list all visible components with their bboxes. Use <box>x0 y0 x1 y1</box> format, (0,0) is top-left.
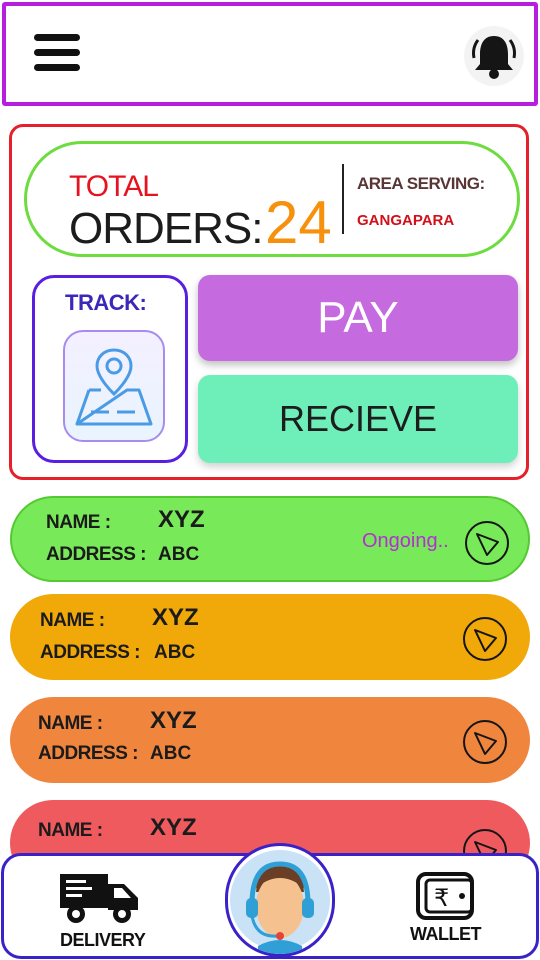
area-serving-label: AREA SERVING: <box>357 174 485 193</box>
order-address: ABC <box>150 743 192 764</box>
nav-wallet[interactable]: ₹ WALLET <box>406 870 490 952</box>
name-label: NAME : <box>38 713 103 734</box>
track-label: TRACK: <box>65 290 147 315</box>
support-agent-icon[interactable] <box>225 843 335 957</box>
navigate-arrow-icon[interactable] <box>464 520 510 566</box>
address-label: ADDRESS : <box>38 743 139 764</box>
orders-count: 24 <box>265 189 332 256</box>
navigate-arrow-icon[interactable] <box>462 616 508 662</box>
order-address: ABC <box>158 544 200 565</box>
wallet-rupee-icon: ₹ <box>416 872 474 920</box>
order-card[interactable]: NAME : XYZ ADDRESS : ABC Ongoing.. <box>10 496 530 582</box>
order-name: XYZ <box>152 604 199 631</box>
order-name: XYZ <box>158 506 205 533</box>
total-label: TOTAL <box>69 170 159 203</box>
name-label: NAME : <box>38 820 103 841</box>
order-name: XYZ <box>150 707 197 734</box>
navigate-arrow-icon[interactable] <box>462 719 508 765</box>
nav-wallet-label: WALLET <box>410 924 482 944</box>
track-button[interactable]: TRACK: <box>32 275 188 463</box>
address-label: ADDRESS : <box>46 544 147 565</box>
nav-delivery[interactable]: DELIVERY <box>54 870 150 952</box>
orders-label: ORDERS: <box>69 204 263 253</box>
name-label: NAME : <box>40 610 105 631</box>
name-label: NAME : <box>46 512 111 533</box>
bell-icon[interactable] <box>462 24 526 88</box>
order-name: XYZ <box>150 814 197 841</box>
order-address: ABC <box>154 642 196 663</box>
area-serving-value: GANGAPARA <box>357 212 455 229</box>
order-card[interactable]: NAME : XYZ ADDRESS : ABC <box>10 594 530 680</box>
nav-delivery-label: DELIVERY <box>60 930 146 950</box>
map-location-icon <box>63 330 165 442</box>
top-app-bar <box>2 2 538 106</box>
svg-text:₹: ₹ <box>434 884 449 912</box>
order-summary-panel: TOTAL ORDERS: 24 AREA SERVING: GANGAPARA… <box>9 124 529 480</box>
receive-button[interactable]: RECIEVE <box>198 375 518 463</box>
order-card[interactable]: NAME : XYZ ADDRESS : ABC <box>10 697 530 783</box>
divider <box>342 164 344 234</box>
orders-summary-pill: TOTAL ORDERS: 24 AREA SERVING: GANGAPARA <box>24 141 520 257</box>
order-status: Ongoing.. <box>362 530 449 552</box>
delivery-truck-icon <box>60 874 138 923</box>
hamburger-menu-icon[interactable] <box>34 32 80 74</box>
pay-button[interactable]: PAY <box>198 275 518 361</box>
address-label: ADDRESS : <box>40 642 141 663</box>
